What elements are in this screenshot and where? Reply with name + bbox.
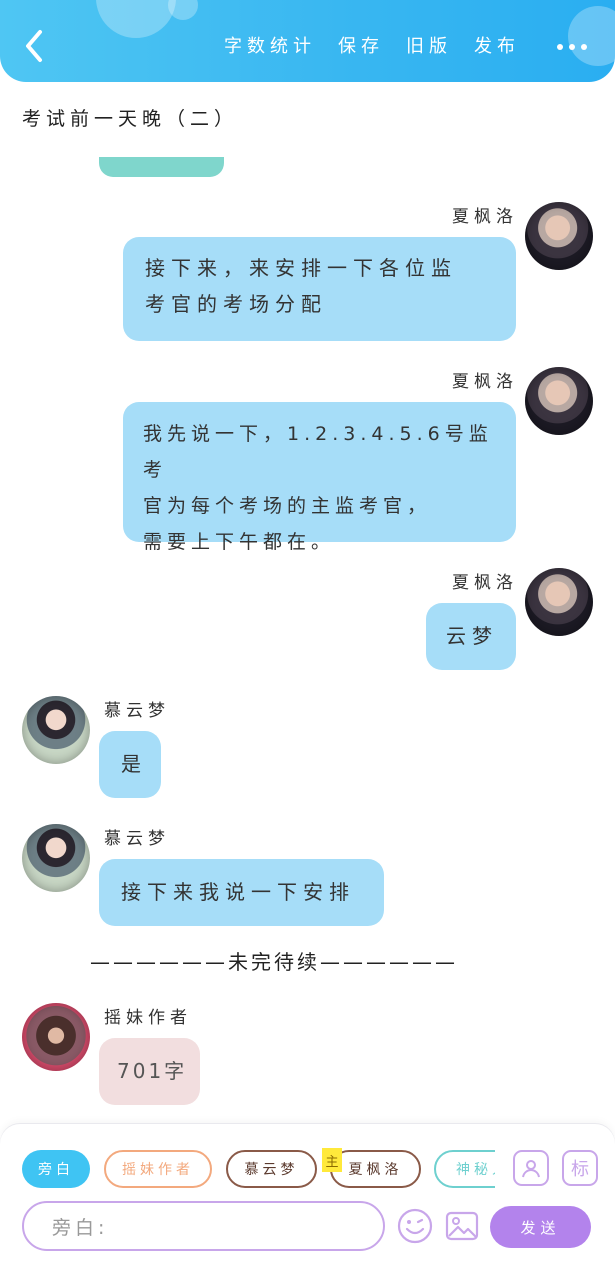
role-xia-fengluo[interactable]: 夏枫洛 — [330, 1150, 421, 1188]
sender-name: 夏枫洛 — [452, 573, 518, 593]
top-header: 字数统计 保存 旧版 发布 — [0, 0, 615, 82]
more-options-icon[interactable] — [557, 44, 587, 50]
message-bubble[interactable]: 是 — [99, 731, 161, 798]
document-title: 考试前一天晚（二） — [22, 108, 239, 130]
sender-name: 夏枫洛 — [452, 372, 518, 392]
message-line: 接下来，来安排一下各位监 — [145, 256, 457, 280]
message-line: 我先说一下，1.2.3.4.5.6号监考 — [143, 423, 493, 481]
avatar[interactable] — [22, 824, 90, 892]
avatar[interactable] — [525, 568, 593, 636]
sender-name: 慕云梦 — [104, 829, 170, 849]
message-line: 需要上下午都在。 — [143, 531, 336, 553]
to-be-continued-divider: ——————未完待续—————— — [90, 950, 458, 974]
avatar[interactable] — [525, 202, 593, 270]
publish-button[interactable]: 发布 — [474, 32, 520, 58]
input-placeholder: 旁白: — [52, 1216, 109, 1239]
emoji-icon[interactable] — [397, 1208, 433, 1244]
smiley-icon — [397, 1208, 433, 1244]
chevron-left-icon — [26, 30, 42, 62]
avatar[interactable] — [525, 367, 593, 435]
avatar[interactable] — [22, 696, 90, 764]
role-narration[interactable]: 旁白 — [22, 1150, 90, 1188]
person-icon — [522, 1160, 540, 1178]
role-mystery[interactable]: 神秘人 — [434, 1150, 495, 1188]
message-text: 701字 — [117, 1059, 188, 1083]
decoration-bubble — [96, 0, 176, 38]
message-line: 官为每个考场的主监考官， — [143, 495, 432, 517]
app-screen: 字数统计 保存 旧版 发布 考试前一天晚（二） 夏枫洛 接下来，来安排一下各位监… — [0, 0, 615, 1280]
message-line: 考官的考场分配 — [145, 292, 327, 316]
save-button[interactable]: 保存 — [338, 32, 384, 58]
send-button[interactable]: 发送 — [490, 1206, 591, 1248]
word-count-bubble[interactable]: 701字 — [99, 1038, 200, 1105]
mark-button[interactable]: 标 — [562, 1150, 598, 1186]
message-text: 接下来我说一下安排 — [121, 880, 355, 904]
back-button[interactable] — [18, 26, 50, 66]
sender-name: 夏枫洛 — [452, 207, 518, 227]
header-menu: 字数统计 保存 旧版 发布 — [224, 32, 520, 58]
avatar[interactable] — [22, 1003, 90, 1071]
role-mu-yunmeng[interactable]: 慕云梦 — [226, 1150, 317, 1188]
image-icon[interactable] — [444, 1208, 480, 1244]
message-bubble[interactable]: 云梦 — [426, 603, 516, 670]
decoration-bubble — [168, 0, 198, 20]
message-bubble[interactable]: 接下来，来安排一下各位监 考官的考场分配 — [123, 237, 516, 341]
word-count-button[interactable]: 字数统计 — [224, 32, 316, 58]
decoration-bubble — [568, 6, 615, 66]
sender-name: 慕云梦 — [104, 701, 170, 721]
mark-label: 标 — [571, 1159, 589, 1180]
main-character-tag: 主 — [322, 1148, 342, 1172]
message-input[interactable]: 旁白: — [22, 1201, 385, 1251]
role-selector: 旁白 摇妹作者 慕云梦 夏枫洛 神秘人 — [22, 1150, 495, 1190]
message-text: 是 — [121, 752, 147, 776]
picture-icon — [445, 1211, 479, 1241]
old-version-button[interactable]: 旧版 — [406, 32, 452, 58]
message-bubble[interactable]: 我先说一下，1.2.3.4.5.6号监考 官为每个考场的主监考官， 需要上下午都… — [123, 402, 516, 553]
sender-name: 摇妹作者 — [104, 1008, 192, 1028]
character-icon[interactable] — [513, 1150, 549, 1186]
message-text: 云梦 — [446, 624, 498, 648]
previous-message-bubble[interactable] — [99, 157, 224, 177]
role-author[interactable]: 摇妹作者 — [104, 1150, 212, 1188]
message-bubble[interactable]: 接下来我说一下安排 — [99, 859, 384, 926]
